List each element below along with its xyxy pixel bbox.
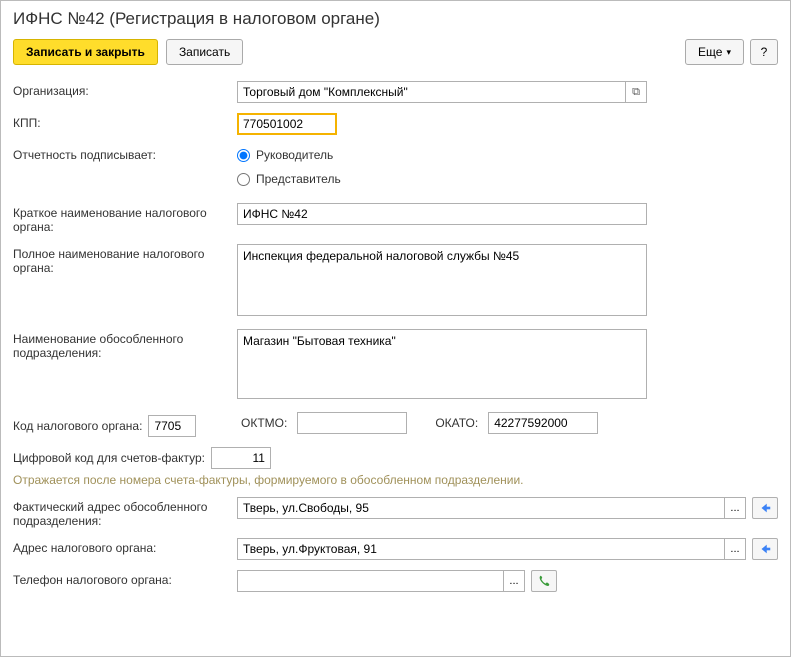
- fact-addr-label: Фактический адрес обособленного подразде…: [13, 497, 237, 528]
- short-name-label: Краткое наименование налогового органа:: [13, 203, 237, 234]
- fact-addr-picker-button[interactable]: ...: [724, 497, 746, 519]
- phone-picker-button[interactable]: ...: [503, 570, 525, 592]
- subdiv-name-input[interactable]: [237, 329, 647, 399]
- tax-code-label: Код налогового органа:: [13, 412, 237, 437]
- ellipsis-icon: ...: [730, 502, 739, 514]
- more-button[interactable]: Еще ▾: [685, 39, 744, 65]
- oktmo-input[interactable]: [297, 412, 407, 434]
- phone-input[interactable]: [237, 570, 503, 592]
- tax-addr-label: Адрес налогового органа:: [13, 538, 237, 555]
- tax-addr-picker-button[interactable]: ...: [724, 538, 746, 560]
- digit-code-input[interactable]: [211, 447, 271, 469]
- signer-rep-radio[interactable]: [237, 173, 250, 186]
- save-and-close-button[interactable]: Записать и закрыть: [13, 39, 158, 65]
- arrow-left-icon: [758, 542, 772, 556]
- signer-head-radio[interactable]: [237, 149, 250, 162]
- help-button[interactable]: ?: [750, 39, 778, 65]
- digit-code-label: Цифровой код для счетов-фактур:: [13, 451, 205, 465]
- oktmo-label: ОКТМО:: [237, 416, 291, 430]
- full-name-label: Полное наименование налогового органа:: [13, 244, 237, 275]
- chevron-down-icon: ▾: [726, 47, 731, 58]
- okato-label: ОКАТО:: [431, 416, 482, 430]
- tax-code-input[interactable]: [148, 415, 196, 437]
- tax-addr-copy-button[interactable]: [752, 538, 778, 560]
- ellipsis-icon: ...: [730, 543, 739, 555]
- tax-addr-input[interactable]: [237, 538, 724, 560]
- tax-code-sublabel: Код налогового органа:: [13, 419, 142, 433]
- fact-addr-copy-button[interactable]: [752, 497, 778, 519]
- full-name-input[interactable]: [237, 244, 647, 316]
- toolbar: Записать и закрыть Записать Еще ▾ ?: [13, 39, 778, 65]
- ellipsis-icon: ...: [509, 575, 518, 587]
- kpp-input[interactable]: [237, 113, 337, 135]
- phone-icon: [537, 574, 551, 588]
- signer-head-label: Руководитель: [256, 148, 333, 162]
- signer-label: Отчетность подписывает:: [13, 145, 237, 162]
- form-body: Организация: ⧉ КПП: Отчетность подписыва…: [13, 81, 778, 592]
- save-button[interactable]: Записать: [166, 39, 243, 65]
- short-name-input[interactable]: [237, 203, 647, 225]
- open-icon: ⧉: [632, 86, 640, 99]
- digit-code-hint: Отражается после номера счета-фактуры, ф…: [13, 473, 778, 487]
- org-input[interactable]: [237, 81, 625, 103]
- kpp-label: КПП:: [13, 113, 237, 130]
- subdiv-name-label: Наименование обособленного подразделения…: [13, 329, 237, 360]
- org-open-button[interactable]: ⧉: [625, 81, 647, 103]
- fact-addr-input[interactable]: [237, 497, 724, 519]
- okato-input[interactable]: [488, 412, 598, 434]
- signer-rep-label: Представитель: [256, 172, 341, 186]
- window-title: ИФНС №42 (Регистрация в налоговом органе…: [13, 9, 778, 29]
- org-label: Организация:: [13, 81, 237, 98]
- more-button-label: Еще: [698, 45, 722, 59]
- phone-dial-button[interactable]: [531, 570, 557, 592]
- arrow-left-icon: [758, 501, 772, 515]
- form-window: ИФНС №42 (Регистрация в налоговом органе…: [0, 0, 791, 657]
- phone-label: Телефон налогового органа:: [13, 570, 237, 587]
